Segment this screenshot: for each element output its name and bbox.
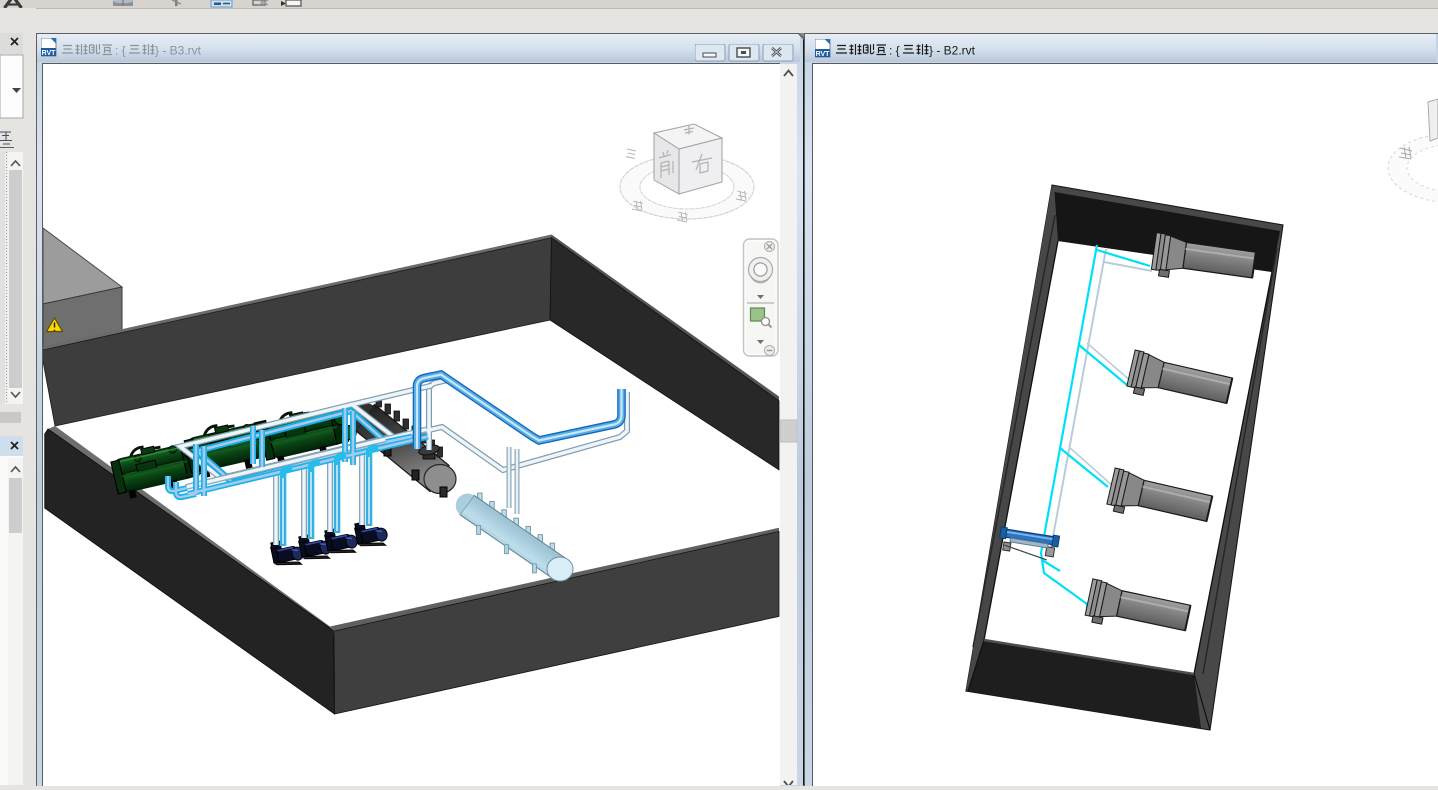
svg-text:RVT: RVT	[816, 51, 831, 58]
svg-text:: {: : {	[115, 44, 126, 58]
svg-text:} - B2.rvt: } - B2.rvt	[929, 44, 976, 58]
svg-text:: {: : {	[889, 44, 900, 58]
svg-text:RVT: RVT	[42, 50, 57, 57]
svg-text:} - B3.rvt: } - B3.rvt	[155, 44, 202, 58]
